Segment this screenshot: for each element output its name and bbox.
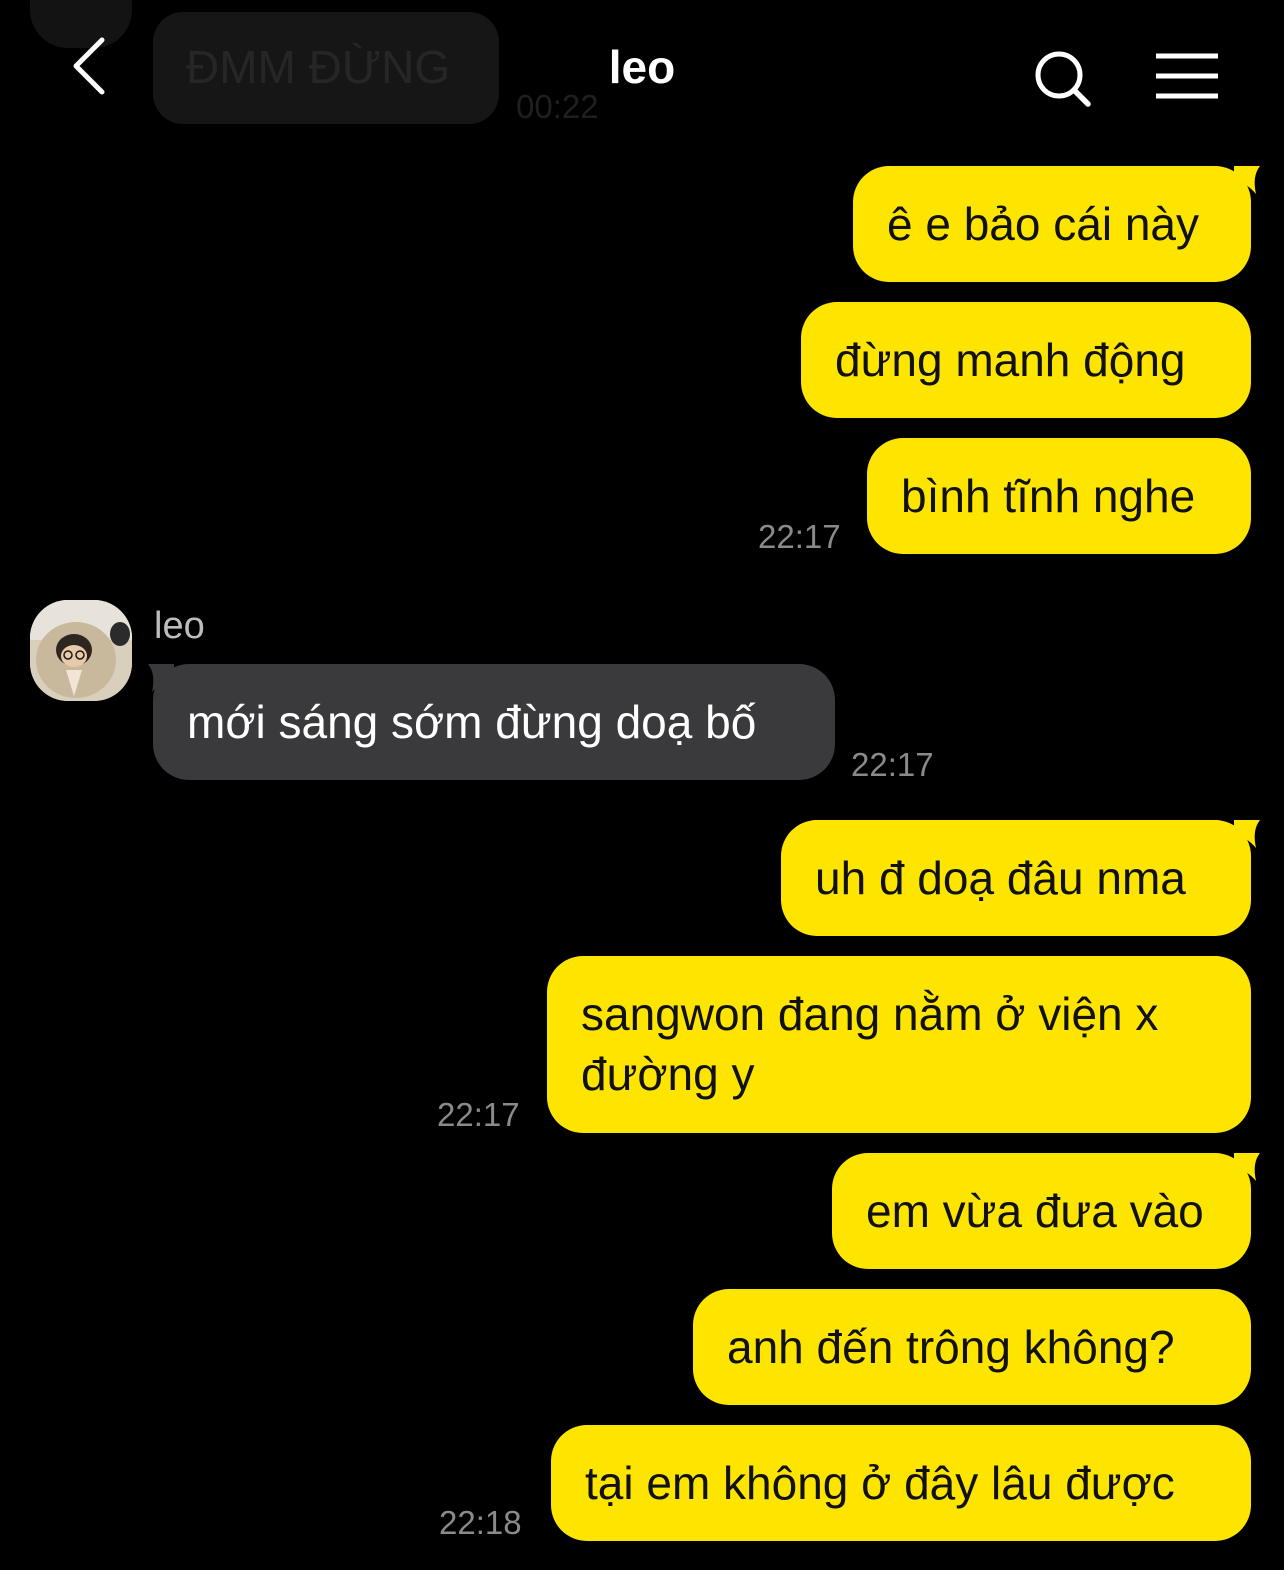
message-text: đừng manh động <box>835 334 1186 386</box>
message-time: 22:17 <box>851 746 934 783</box>
my-message-bubble[interactable]: em vừa đưa vào <box>832 1153 1251 1269</box>
bubble-tail <box>1234 1153 1260 1181</box>
message-text-line: sangwon đang nằm ở viện x <box>581 988 1159 1040</box>
bubble-tail <box>1234 820 1260 848</box>
bubble-tail <box>148 664 174 692</box>
message-text: tại em không ở đây lâu được <box>585 1457 1175 1509</box>
my-message-bubble[interactable]: anh đến trông không? <box>693 1289 1251 1405</box>
message-text: em vừa đưa vào <box>866 1185 1204 1237</box>
my-message-bubble[interactable]: bình tĩnh nghe <box>867 438 1251 554</box>
my-message-bubble[interactable]: ê e bảo cái này <box>853 166 1251 282</box>
message-text: uh đ doạ đâu nma <box>815 852 1186 904</box>
their-message-bubble[interactable]: mới sáng sớm đừng doạ bố <box>153 664 835 780</box>
my-message-bubble[interactable]: tại em không ở đây lâu được <box>551 1425 1251 1541</box>
message-text-line: đường y <box>581 1048 755 1100</box>
my-message-bubble[interactable]: uh đ doạ đâu nma <box>781 820 1251 936</box>
message-time: 22:17 <box>758 518 841 555</box>
message-text: bình tĩnh nghe <box>901 470 1196 522</box>
message-text: ê e bảo cái này <box>887 198 1200 250</box>
message-text: anh đến trông không? <box>727 1321 1175 1373</box>
avatar[interactable] <box>30 600 132 701</box>
avatar-photo <box>30 600 132 701</box>
search-icon <box>1035 51 1091 107</box>
menu-button[interactable] <box>1150 46 1224 110</box>
message-text: mới sáng sớm đừng doạ bố <box>187 696 757 748</box>
sender-name: leo <box>154 605 205 647</box>
my-message-bubble[interactable]: đừng manh động <box>801 302 1251 418</box>
message-time: 22:18 <box>439 1504 522 1541</box>
message-time: 22:17 <box>437 1096 520 1133</box>
my-message-bubble[interactable]: sangwon đang nằm ở viện x đường y <box>547 956 1251 1133</box>
search-button[interactable] <box>1028 44 1098 114</box>
bubble-tail <box>1234 166 1260 194</box>
hamburger-menu-icon <box>1156 53 1218 99</box>
